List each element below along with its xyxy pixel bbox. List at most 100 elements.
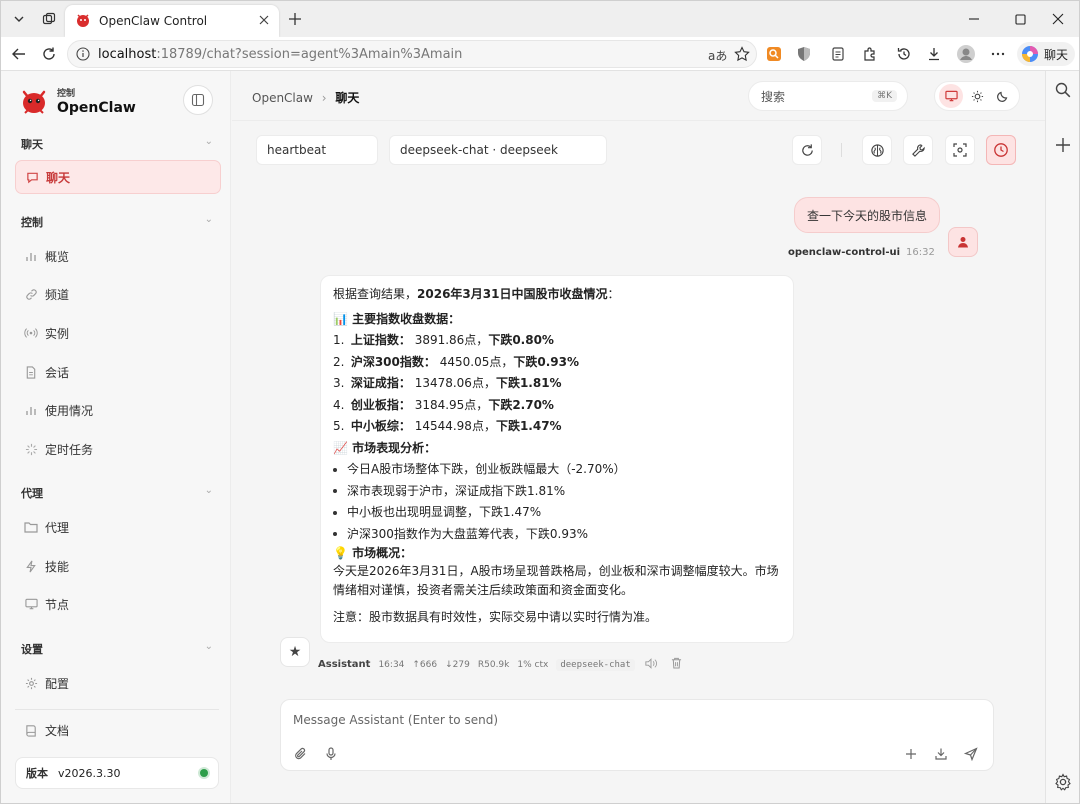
browser-window: OpenClaw Control localhost:18789/chat?s… [0,0,1080,804]
star-icon: ★ [288,644,302,660]
thinking-toggle-button[interactable] [862,135,892,165]
session-selector[interactable]: heartbeat [256,135,378,165]
dark-theme-icon[interactable] [991,84,1015,108]
openclaw-app: 控制 OpenClaw 聊天 ⌄ 聊天 控制 ⌄ 概览 频道 实例 会话 使用情… [1,71,1045,803]
workspaces-icon[interactable] [37,7,61,31]
index-points: 13478.06点， [414,376,496,390]
sidebar-item-label: 文档 [45,723,70,738]
assistant-intro: 根据查询结果，2026年3月31日中国股市收盘情况： [333,284,781,306]
sidebar-item-usage[interactable]: 使用情况 [15,393,221,427]
trash-icon[interactable] [671,657,682,672]
sidebar-item-skills[interactable]: 技能 [15,549,221,583]
speaker-icon[interactable] [645,657,657,672]
url-field[interactable]: localhost:18789/chat?session=agent%3Amai… [67,40,757,68]
bullet [333,502,347,524]
sidebar-item-label: 使用情况 [45,403,94,418]
more-menu-icon[interactable] [987,43,1009,65]
back-icon[interactable] [7,42,31,66]
reload-icon[interactable] [37,42,61,66]
sidebar-item-agents[interactable]: 代理 [15,510,221,544]
model-selector[interactable]: deepseek-chat · deepseek [389,135,607,165]
downloads-icon[interactable] [923,43,945,65]
user-message-sender: openclaw-control-ui [788,247,901,258]
search-input[interactable]: 搜索 [761,88,785,105]
sidebar-item-config[interactable]: 配置 [15,666,221,700]
sidebar-item-channels[interactable]: 频道 [15,277,221,311]
monitor-icon [23,596,39,612]
system-theme-icon[interactable] [939,84,963,108]
sidebar-item-sessions[interactable]: 会话 [15,355,221,389]
bar-chart-icon [23,402,39,418]
cron-history-button[interactable] [986,135,1016,165]
bullet [333,481,347,503]
search-box[interactable]: 搜索 ⌘K [748,81,908,111]
minimize-icon[interactable] [951,1,997,37]
add-sidebar-app-icon[interactable] [1055,137,1071,156]
logo-title: OpenClaw [57,100,136,116]
model-selector-value: deepseek-chat · deepseek [400,143,558,157]
sidebar-item-nodes[interactable]: 节点 [15,587,221,621]
sidebar-item-label: 频道 [45,287,70,302]
list-item: 4. 创业板指： 3184.95点， 下跌2.70% [333,395,781,417]
sidebar-divider [15,709,219,710]
copilot-chat-button[interactable]: 聊天 [1017,42,1075,66]
sidebar-item-chat[interactable]: 聊天 [15,160,221,194]
reading-view-icon[interactable] [827,43,849,65]
list-item: 中小板也出现明显调整，下跌1.47% [333,502,781,524]
history-icon[interactable] [893,43,915,65]
favorite-star-icon[interactable] [734,46,750,66]
breadcrumb-root[interactable]: OpenClaw [252,91,313,105]
shield-extension-icon[interactable] [793,43,815,65]
close-tab-icon[interactable] [259,14,269,28]
browser-tab[interactable]: OpenClaw Control [65,5,279,37]
sidebar-item-instances[interactable]: 实例 [15,316,221,350]
cache-read-tokens: R50.9k [477,659,510,670]
read-aloud-icon[interactable]: aあ [708,47,727,64]
microphone-icon[interactable] [321,744,341,764]
document-icon [23,364,39,380]
sidebar-item-label: 概览 [45,249,70,264]
gear-icon [23,675,39,691]
attach-paperclip-icon[interactable] [291,744,311,764]
refresh-button[interactable] [792,135,822,165]
extension-orange-icon[interactable] [763,43,785,65]
section-heading-analysis: 📈 市场表现分析： [333,440,437,455]
tools-button[interactable] [903,135,933,165]
bullet-text: 沪深300指数作为大盘蓝筹代表，下跌0.93% [347,526,589,541]
browser-settings-gear-icon[interactable] [1054,773,1072,794]
collapse-sidebar-button[interactable] [183,85,213,115]
message-input[interactable] [293,708,973,732]
sidebar-item-overview[interactable]: 概览 [15,239,221,273]
input-tokens: ↑666 [412,659,438,670]
sidebar-item-cron[interactable]: 定时任务 [15,432,221,466]
section-chat[interactable]: 聊天 ⌄ [21,136,213,152]
section-agent[interactable]: 代理 ⌄ [21,485,213,501]
section-settings[interactable]: 设置 ⌄ [21,641,213,657]
title-bar: OpenClaw Control [1,1,1079,37]
index-change: 下跌0.80% [488,333,554,347]
light-theme-icon[interactable] [965,84,989,108]
sidebar-item-docs[interactable]: 文档 [15,713,221,747]
folder-icon [23,519,39,535]
version-value: v2026.3.30 [58,766,121,780]
broadcast-icon [23,325,39,341]
close-window-icon[interactable] [1035,1,1079,37]
site-info-icon[interactable] [76,47,90,61]
focus-mode-button[interactable] [945,135,975,165]
section-control[interactable]: 控制 ⌄ [21,214,213,230]
extensions-puzzle-icon[interactable] [859,43,881,65]
url-path: :18789/chat?session=agent%3Amain%3Amain [156,46,463,62]
sidebar-toggle-icon [191,93,205,107]
openclaw-favicon-icon [75,12,91,31]
loader-icon [23,441,39,457]
new-tab-icon[interactable] [283,7,307,31]
disclaimer-note: 注意：股市数据具有时效性，实际交易中请以实时行情为准。 [333,609,658,624]
search-icon[interactable] [1054,81,1072,102]
send-icon[interactable] [961,744,981,764]
logo-subtitle: 控制 [57,89,76,99]
export-download-icon[interactable] [931,744,951,764]
tab-actions-chevron-icon[interactable] [7,7,31,31]
chevron-down-icon: ⌄ [204,641,213,652]
add-plus-icon[interactable] [901,744,921,764]
profile-avatar-icon[interactable] [955,43,977,65]
